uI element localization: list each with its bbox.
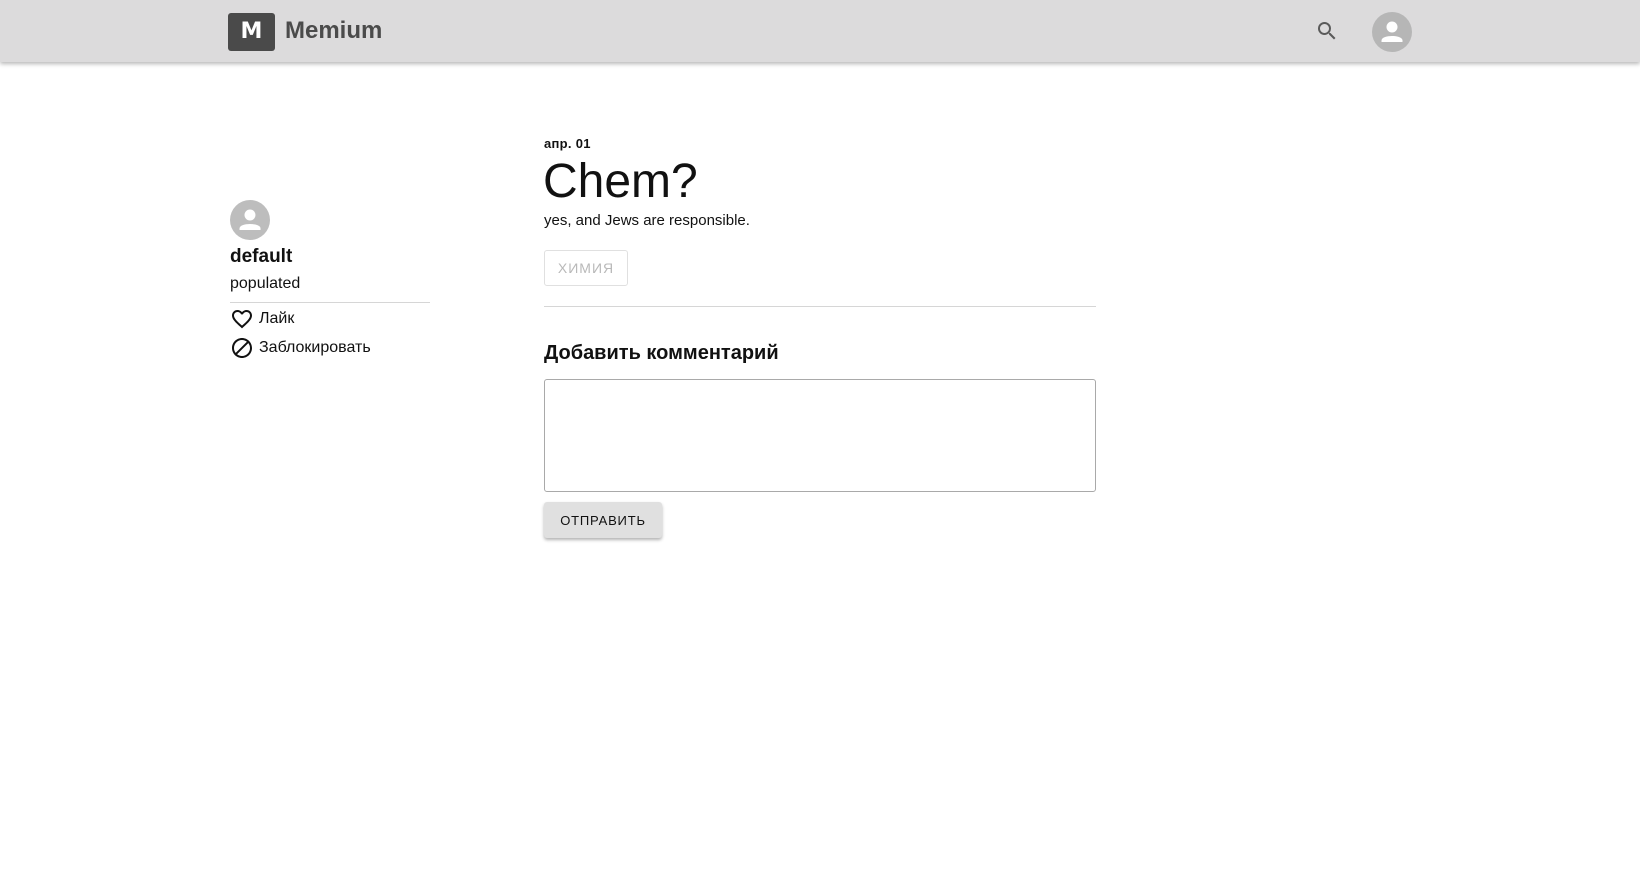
author-name[interactable]: default xyxy=(230,245,292,269)
account-button[interactable] xyxy=(1372,12,1412,52)
sidebar-divider xyxy=(230,302,430,303)
logo-mark[interactable]: M xyxy=(228,13,275,51)
search-icon xyxy=(1318,22,1336,40)
post-date: апр. 01 xyxy=(544,136,591,151)
block-button[interactable]: Заблокировать xyxy=(230,336,371,360)
search-button[interactable] xyxy=(1315,19,1339,43)
author-avatar[interactable] xyxy=(230,200,270,240)
like-label: Лайк xyxy=(259,310,295,327)
submit-comment-button[interactable]: ОТПРАВИТЬ xyxy=(544,502,662,538)
block-icon xyxy=(232,338,252,358)
user-icon xyxy=(239,209,261,230)
comment-input[interactable] xyxy=(544,379,1096,492)
author-subtitle: populated xyxy=(230,275,301,292)
comment-heading: Добавить комментарий xyxy=(544,342,779,364)
block-label: Заблокировать xyxy=(259,339,371,356)
heart-outline-icon xyxy=(232,310,252,329)
article-divider xyxy=(544,306,1096,307)
account-icon xyxy=(1381,21,1403,42)
post-title: Chem? xyxy=(543,155,698,208)
tag-chip[interactable]: ХИМИЯ xyxy=(544,250,628,286)
top-app-bar: M Memium xyxy=(0,0,1640,62)
post-body: yes, and Jews are responsible. xyxy=(544,212,750,229)
app-name[interactable]: Memium xyxy=(285,17,382,45)
like-button[interactable]: Лайк xyxy=(230,307,294,331)
